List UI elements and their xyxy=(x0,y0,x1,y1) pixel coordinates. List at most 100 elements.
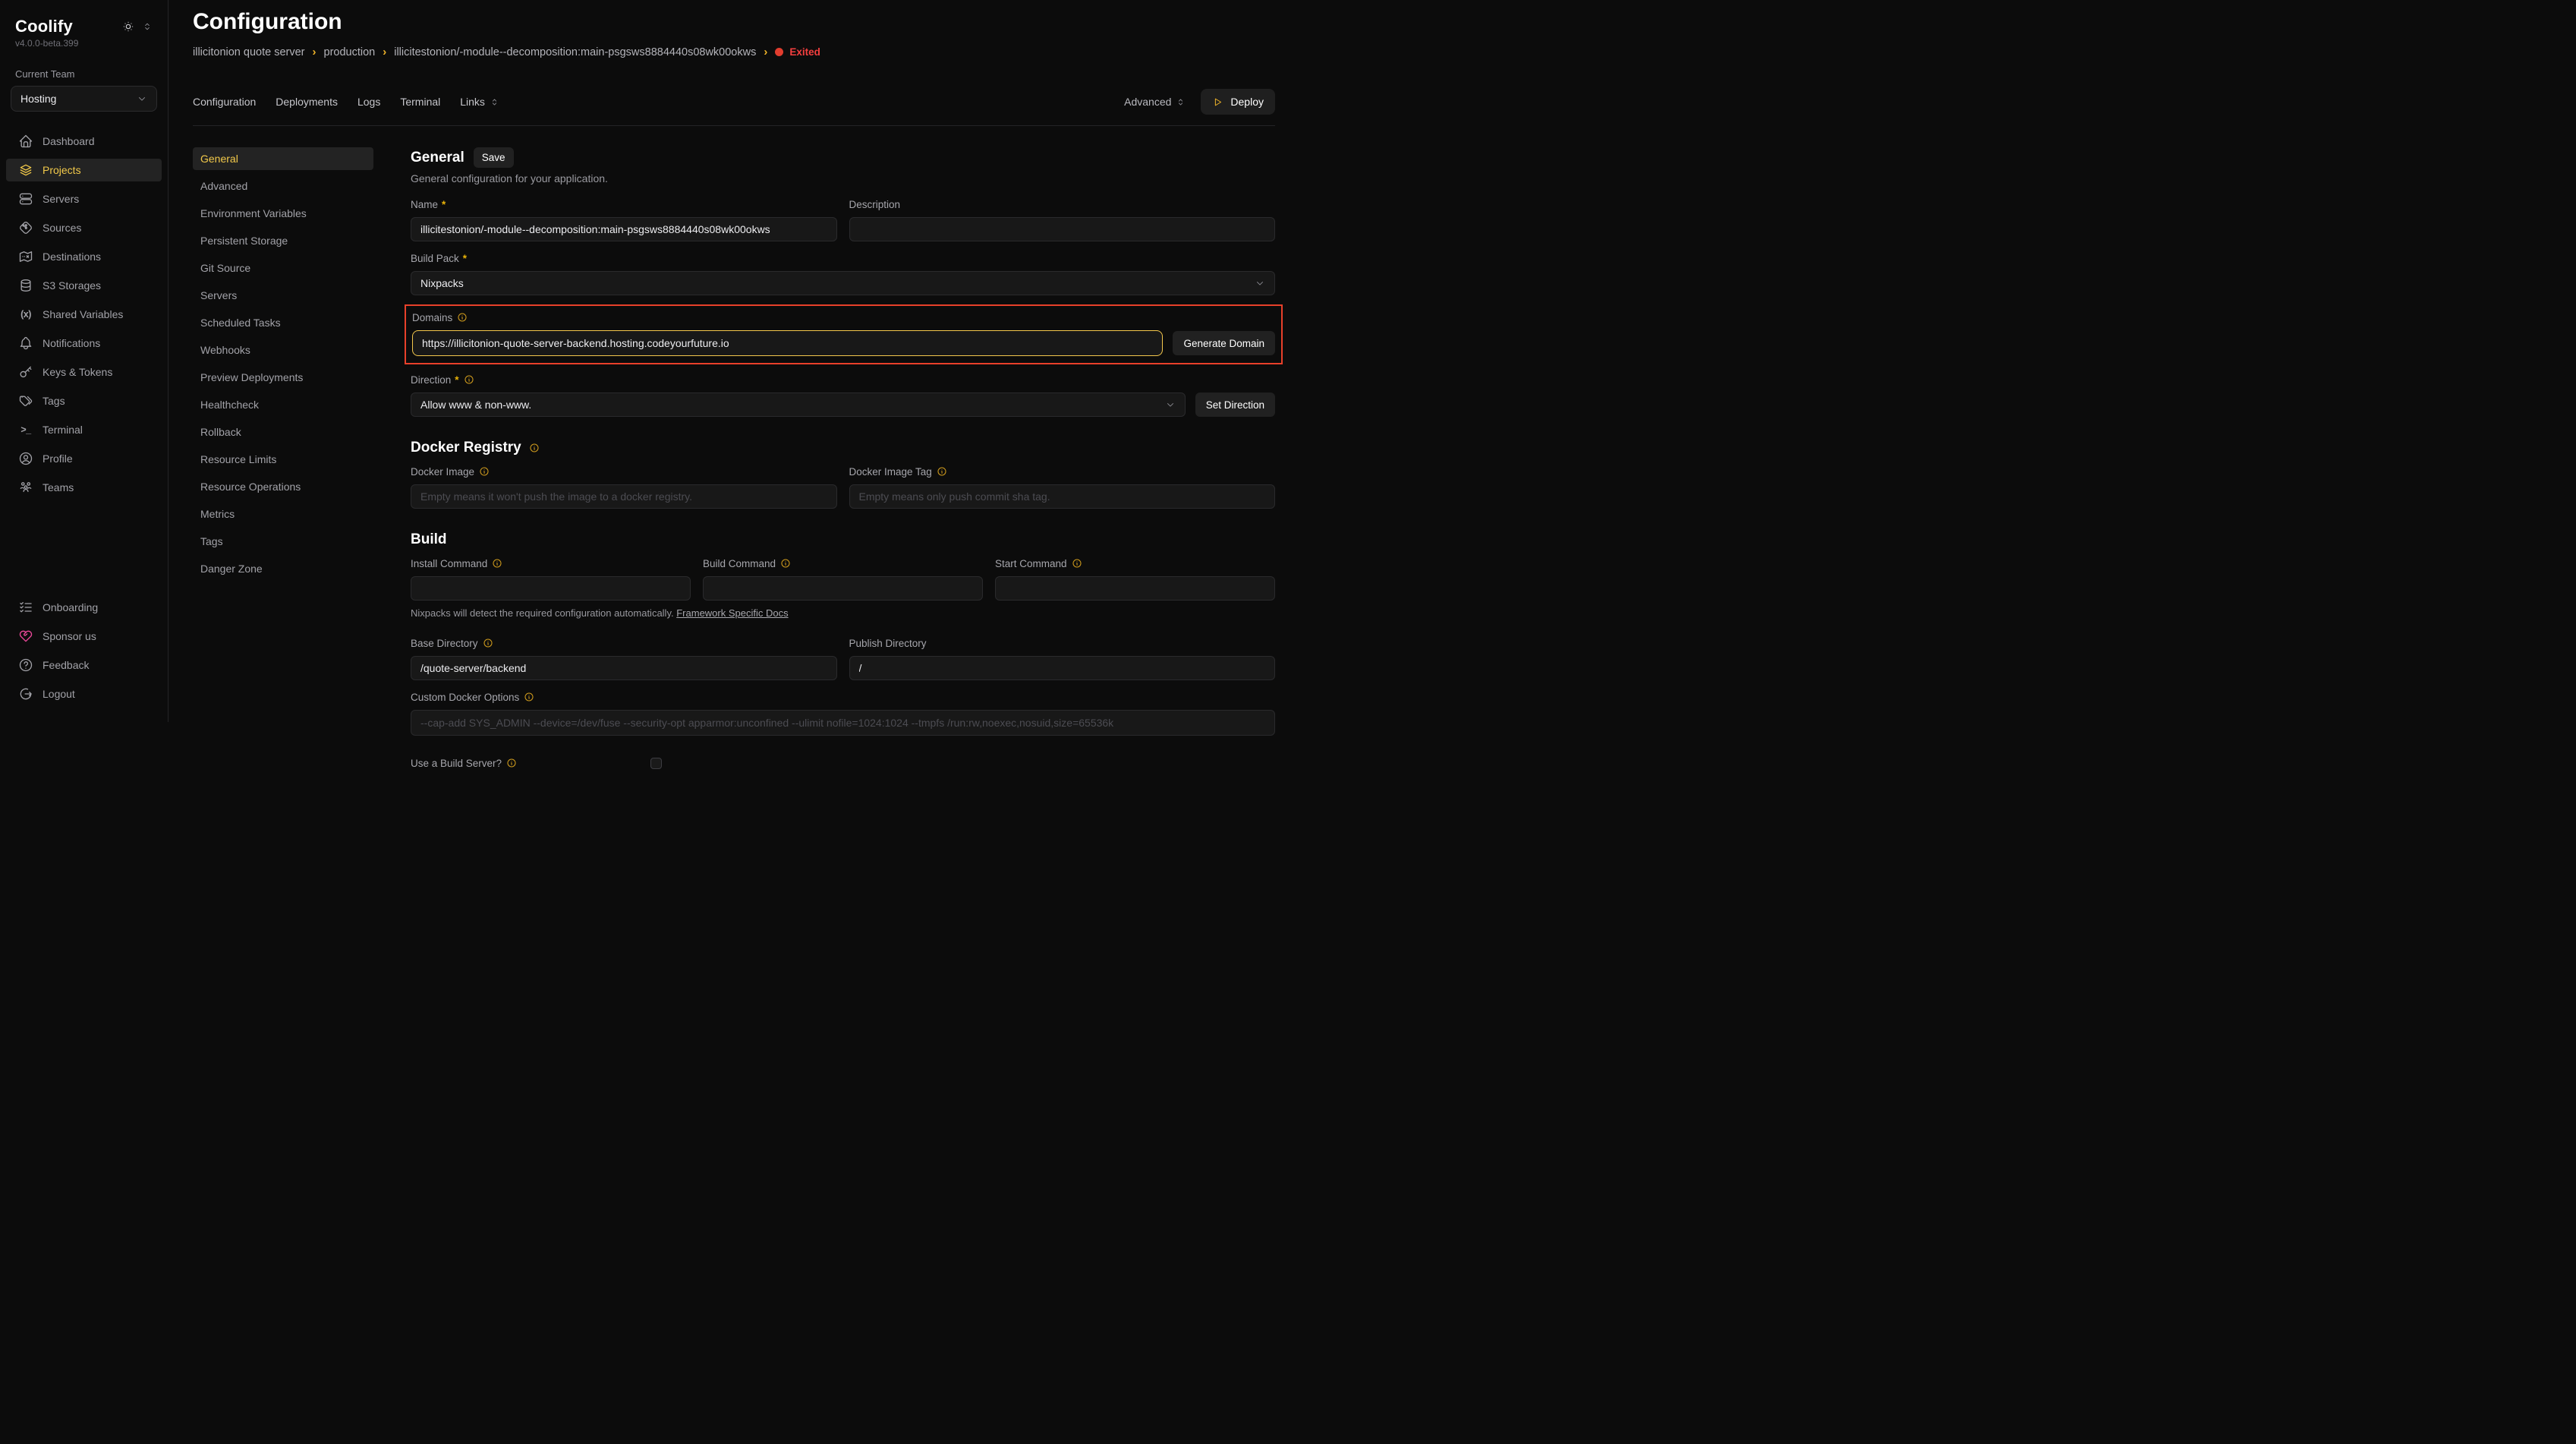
direction-select[interactable]: Allow www & non-www. xyxy=(411,393,1186,417)
build-command-input[interactable] xyxy=(703,576,983,601)
variables-icon: (x) xyxy=(18,309,33,320)
build-pack-select[interactable]: Nixpacks xyxy=(411,271,1275,295)
subnav-item-preview-deployments[interactable]: Preview Deployments xyxy=(193,366,373,389)
database-icon xyxy=(18,278,33,293)
subnav-item-webhooks[interactable]: Webhooks xyxy=(193,339,373,361)
name-label: Name* xyxy=(411,197,837,212)
sidebar-item-tags[interactable]: Tags xyxy=(6,389,162,412)
section-heading-build: Build xyxy=(411,531,1275,548)
sidebar-item-shared-variables[interactable]: (x)Shared Variables xyxy=(6,303,162,326)
sidebar-item-logout[interactable]: Logout xyxy=(6,683,162,705)
selector-updown-icon xyxy=(1176,97,1186,107)
sidebar-item-s3-storages[interactable]: S3 Storages xyxy=(6,274,162,297)
section-heading-general: General xyxy=(411,150,464,166)
description-input[interactable] xyxy=(849,217,1276,241)
sidebar-item-feedback[interactable]: Feedback xyxy=(6,654,162,676)
info-icon[interactable] xyxy=(492,558,502,569)
info-icon[interactable] xyxy=(457,312,468,323)
breadcrumb-project[interactable]: illicitonion quote server xyxy=(193,46,305,58)
tab-bar: Configuration Deployments Logs Terminal … xyxy=(193,89,1275,115)
set-direction-button[interactable]: Set Direction xyxy=(1195,393,1275,417)
key-icon xyxy=(18,364,33,380)
sidebar-item-sponsor-us[interactable]: Sponsor us xyxy=(6,625,162,648)
subnav-item-tags[interactable]: Tags xyxy=(193,530,373,553)
nixpacks-note: Nixpacks will detect the required config… xyxy=(411,607,1275,619)
sidebar-item-onboarding[interactable]: Onboarding xyxy=(6,596,162,619)
generate-domain-button[interactable]: Generate Domain xyxy=(1173,331,1275,355)
use-build-server-checkbox[interactable] xyxy=(650,758,662,769)
domains-input[interactable] xyxy=(412,330,1163,356)
heart-handshake-icon xyxy=(18,629,33,644)
subnav-item-scheduled-tasks[interactable]: Scheduled Tasks xyxy=(193,311,373,334)
tab-terminal[interactable]: Terminal xyxy=(400,96,440,108)
section-subtitle: General configuration for your applicati… xyxy=(411,172,1275,184)
team-select[interactable]: Hosting xyxy=(11,86,157,112)
chevron-right-icon: › xyxy=(383,46,386,58)
info-icon[interactable] xyxy=(464,374,474,385)
info-icon[interactable] xyxy=(1072,558,1082,569)
sidebar-item-keys-tokens[interactable]: Keys & Tokens xyxy=(6,361,162,383)
sidebar-item-projects[interactable]: Projects xyxy=(6,159,162,181)
breadcrumb-environment[interactable]: production xyxy=(324,46,376,58)
sidebar-item-terminal[interactable]: >_Terminal xyxy=(6,418,162,441)
tab-deployments[interactable]: Deployments xyxy=(276,96,338,108)
tag-icon xyxy=(18,393,33,408)
info-icon[interactable] xyxy=(506,758,517,768)
selector-updown-icon xyxy=(490,97,499,107)
sidebar-item-notifications[interactable]: Notifications xyxy=(6,332,162,355)
info-icon[interactable] xyxy=(529,443,540,453)
publish-directory-input[interactable] xyxy=(849,656,1276,680)
base-directory-input[interactable] xyxy=(411,656,837,680)
chevron-right-icon: › xyxy=(313,46,316,58)
sidebar-item-profile[interactable]: Profile xyxy=(6,447,162,470)
sidebar-collapse-selector-icon[interactable] xyxy=(142,21,153,32)
docker-image-input[interactable] xyxy=(411,484,837,509)
subnav-item-environment-variables[interactable]: Environment Variables xyxy=(193,202,373,225)
info-icon[interactable] xyxy=(483,638,493,648)
subnav-item-danger-zone[interactable]: Danger Zone xyxy=(193,557,373,580)
section-heading-docker-registry: Docker Registry xyxy=(411,440,521,456)
name-input[interactable] xyxy=(411,217,837,241)
subnav-item-resource-operations[interactable]: Resource Operations xyxy=(193,475,373,498)
docker-image-tag-input[interactable] xyxy=(849,484,1276,509)
deploy-button[interactable]: Deploy xyxy=(1201,89,1275,115)
tab-logs[interactable]: Logs xyxy=(357,96,380,108)
info-icon[interactable] xyxy=(479,466,490,477)
info-icon[interactable] xyxy=(780,558,791,569)
subnav-item-rollback[interactable]: Rollback xyxy=(193,421,373,443)
subnav-item-persistent-storage[interactable]: Persistent Storage xyxy=(193,229,373,252)
advanced-dropdown[interactable]: Advanced xyxy=(1124,96,1186,108)
info-icon[interactable] xyxy=(524,692,534,702)
save-button[interactable]: Save xyxy=(474,147,514,168)
publish-directory-label: Publish Directory xyxy=(849,635,1276,651)
subnav-item-general[interactable]: General xyxy=(193,147,373,170)
subnav-item-healthcheck[interactable]: Healthcheck xyxy=(193,393,373,416)
install-command-input[interactable] xyxy=(411,576,691,601)
subnav-item-resource-limits[interactable]: Resource Limits xyxy=(193,448,373,471)
home-icon xyxy=(18,134,33,149)
info-icon[interactable] xyxy=(937,466,947,477)
subnav-item-metrics[interactable]: Metrics xyxy=(193,503,373,525)
start-command-input[interactable] xyxy=(995,576,1275,601)
theme-toggle-sun-icon[interactable] xyxy=(121,20,135,33)
sidebar-item-teams[interactable]: Teams xyxy=(6,476,162,499)
tab-configuration[interactable]: Configuration xyxy=(193,96,256,108)
framework-docs-link[interactable]: Framework Specific Docs xyxy=(676,607,788,619)
sidebar-item-sources[interactable]: Sources xyxy=(6,216,162,239)
subnav-item-servers[interactable]: Servers xyxy=(193,284,373,307)
subnav-item-git-source[interactable]: Git Source xyxy=(193,257,373,279)
description-label: Description xyxy=(849,197,1276,212)
map-icon xyxy=(18,249,33,264)
current-team-label: Current Team xyxy=(0,49,168,80)
tab-links-dropdown[interactable]: Links xyxy=(460,96,499,108)
sidebar-item-servers[interactable]: Servers xyxy=(6,188,162,210)
custom-docker-options-input[interactable] xyxy=(411,710,1275,736)
sidebar-item-dashboard[interactable]: Dashboard xyxy=(6,130,162,153)
main-content: Configuration illicitonion quote server … xyxy=(168,0,1288,722)
subnav-item-advanced[interactable]: Advanced xyxy=(193,175,373,197)
base-directory-label: Base Directory xyxy=(411,635,837,651)
sidebar-item-destinations[interactable]: Destinations xyxy=(6,245,162,268)
build-pack-label: Build Pack* xyxy=(411,251,1275,266)
domains-label: Domains xyxy=(412,310,1275,325)
breadcrumb-application[interactable]: illicitestonion/-module--decomposition:m… xyxy=(394,46,756,58)
